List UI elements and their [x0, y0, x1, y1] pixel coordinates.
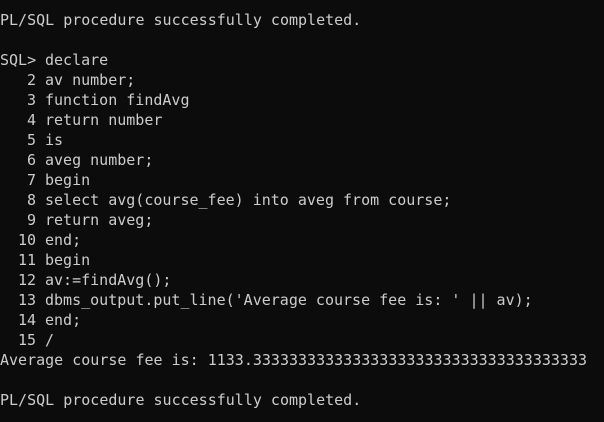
- terminal-window[interactable]: PL/SQL procedure successfully completed.…: [0, 0, 604, 422]
- code-text: begin: [45, 171, 91, 189]
- line-number: 8: [26, 191, 36, 209]
- code-text: return aveg;: [45, 211, 154, 229]
- code-line: 9 return aveg;: [0, 210, 604, 230]
- line-number: 3: [26, 91, 36, 109]
- code-lines: 2 av number; 3 function findAvg 4 return numb…: [0, 70, 604, 350]
- line-number: 6: [26, 151, 36, 169]
- code-line: 11 begin: [0, 250, 604, 270]
- line-number: 10: [17, 231, 36, 249]
- code-text: declare: [45, 51, 109, 69]
- code-line: 12 av:=findAvg();: [0, 270, 604, 290]
- output-line: Average course fee is: 1133.333333333333…: [0, 351, 587, 369]
- code-line: 13 dbms_output.put_line('Average course f…: [0, 290, 604, 310]
- code-text: /: [45, 331, 55, 349]
- code-line: 3 function findAvg: [0, 90, 604, 110]
- status-message-bottom: PL/SQL procedure successfully completed.: [0, 391, 362, 409]
- line-number: 5: [26, 131, 36, 149]
- code-text: av:=findAvg();: [45, 271, 172, 289]
- code-text: dbms_output.put_line('Average course fee…: [45, 291, 533, 309]
- status-message-top: PL/SQL procedure successfully completed.: [0, 11, 362, 29]
- line-number: 2: [26, 71, 36, 89]
- code-text: aveg number;: [45, 151, 154, 169]
- code-text: is: [45, 131, 64, 149]
- code-line: 14 end;: [0, 310, 604, 330]
- code-line: 10 end;: [0, 230, 604, 250]
- line-number: 4: [26, 111, 36, 129]
- line-number: 9: [26, 211, 36, 229]
- code-line: 4 return number: [0, 110, 604, 130]
- line-number: 14: [17, 311, 36, 329]
- code-text: end;: [45, 311, 82, 329]
- line-number: 7: [26, 171, 36, 189]
- sql-prompt: SQL>: [0, 51, 37, 69]
- code-text: end;: [45, 231, 82, 249]
- code-line: 7 begin: [0, 170, 604, 190]
- line-number: 12: [17, 271, 36, 289]
- code-text: function findAvg: [45, 91, 190, 109]
- code-text: begin: [45, 251, 91, 269]
- prompt-line: SQL> declare: [0, 50, 604, 70]
- code-text: return number: [45, 111, 163, 129]
- code-line: 8 select avg(course_fee) into aveg from c…: [0, 190, 604, 210]
- code-text: av number;: [45, 71, 136, 89]
- code-line: 6 aveg number;: [0, 150, 604, 170]
- line-number: 11: [17, 251, 36, 269]
- line-number: 13: [17, 291, 36, 309]
- code-line: 2 av number;: [0, 70, 604, 90]
- code-text: select avg(course_fee) into aveg from co…: [45, 191, 452, 209]
- line-number: 15: [17, 331, 36, 349]
- code-line: 15 /: [0, 330, 604, 350]
- code-line: 5 is: [0, 130, 604, 150]
